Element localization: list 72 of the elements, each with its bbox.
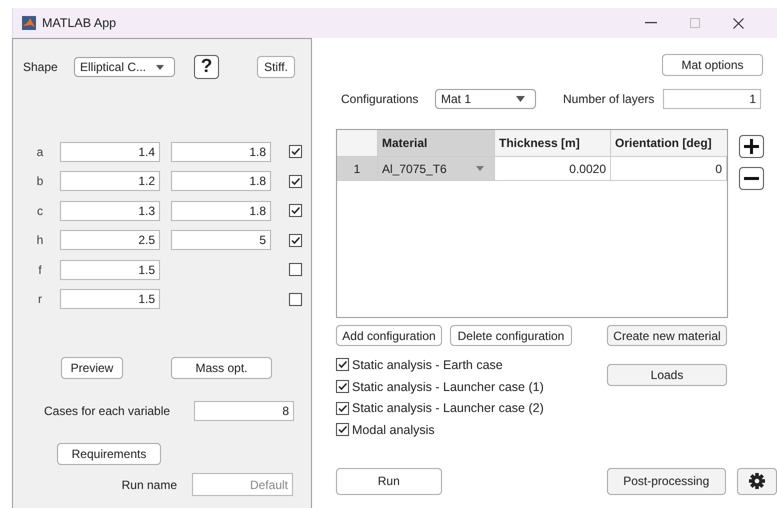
checkbox[interactable]: [289, 174, 302, 188]
checkbox[interactable]: [289, 292, 302, 306]
cases-field[interactable]: 8: [194, 401, 294, 421]
minimize-icon[interactable]: [645, 22, 657, 24]
stiff-button[interactable]: Stiff.: [257, 56, 295, 78]
max-value-field[interactable]: 5: [171, 230, 271, 250]
remove-layer-button[interactable]: [739, 167, 764, 190]
checkbox[interactable]: [289, 263, 302, 276]
checkbox[interactable]: [289, 234, 302, 247]
shape-dropdown[interactable]: Elliptical C...: [74, 57, 175, 77]
settings-icon: [749, 473, 765, 490]
column-header[interactable]: Orientation [deg]: [611, 130, 727, 157]
layers-field[interactable]: 1: [663, 89, 761, 109]
column-header[interactable]: Material: [378, 130, 495, 157]
plus-icon: [744, 139, 759, 154]
caret-icon: [476, 166, 484, 171]
configurations-label: Configurations: [340, 92, 420, 106]
caret-icon: [156, 64, 164, 70]
close-icon[interactable]: [733, 18, 744, 28]
loads-button[interactable]: Loads: [607, 364, 727, 386]
min-value-field[interactable]: 2.5: [60, 230, 160, 250]
parameter-label: r: [37, 292, 43, 306]
run-button[interactable]: Run: [336, 468, 442, 495]
max-value-field[interactable]: 1.8: [171, 142, 271, 162]
min-value-field[interactable]: 1.3: [60, 200, 160, 221]
parameter-label: h: [36, 233, 44, 248]
post-processing-button[interactable]: Post-processing: [606, 468, 726, 495]
caret-icon: [516, 96, 525, 102]
min-value-field[interactable]: 1.5: [60, 289, 160, 310]
run-name-label: Run name: [120, 478, 178, 492]
analysis-label: Modal analysis: [352, 422, 435, 437]
shape-label: Shape: [23, 60, 59, 74]
material-cell[interactable]: Al_7075_T6: [378, 157, 495, 181]
parameter-label: c: [36, 204, 44, 218]
configurations-dropdown[interactable]: Mat 1: [435, 89, 536, 109]
analysis-label: Static analysis - Earth case: [352, 358, 503, 372]
analysis-label: Static analysis - Launcher case (1): [352, 380, 544, 394]
checkbox[interactable]: [336, 380, 349, 394]
preview-button[interactable]: Preview: [61, 357, 123, 379]
delete-configuration-button[interactable]: Delete configuration: [450, 325, 572, 346]
mat-options-button[interactable]: Mat options: [662, 54, 763, 76]
create-material-button[interactable]: Create new material: [607, 325, 727, 346]
row-number: 1: [337, 157, 378, 181]
table-cell: 0: [611, 157, 727, 181]
add-layer-button[interactable]: [739, 135, 764, 158]
layers-label: Number of layers: [563, 92, 656, 106]
requirements-button[interactable]: Requirements: [57, 443, 161, 465]
checkbox[interactable]: [336, 402, 349, 415]
settings-button[interactable]: [737, 468, 777, 495]
cases-label: Cases for each variable: [43, 404, 172, 418]
min-value-field[interactable]: 1.4: [60, 142, 160, 162]
parameter-label: a: [36, 144, 44, 159]
analysis-label: Static analysis - Launcher case (2): [352, 401, 544, 416]
parameter-label: b: [36, 174, 44, 188]
window-title: MATLAB App: [42, 16, 116, 30]
mass-opt-button[interactable]: Mass opt.: [171, 357, 272, 379]
table-cell: 0.0020: [495, 157, 611, 181]
min-value-field[interactable]: 1.5: [60, 260, 160, 280]
checkbox[interactable]: [336, 423, 349, 436]
min-value-field[interactable]: 1.2: [60, 171, 160, 192]
max-value-field[interactable]: 1.8: [171, 171, 271, 192]
add-configuration-button[interactable]: Add configuration: [336, 325, 442, 346]
parameter-label: f: [37, 262, 43, 277]
app-logo-icon: [22, 16, 36, 30]
checkbox[interactable]: [289, 145, 302, 158]
max-value-field[interactable]: 1.8: [171, 200, 271, 221]
column-header[interactable]: Thickness [m]: [495, 130, 611, 157]
checkbox[interactable]: [289, 204, 302, 218]
help-button[interactable]: ?: [194, 55, 219, 79]
checkbox[interactable]: [336, 358, 349, 372]
minus-icon: [744, 177, 759, 180]
run-name-field[interactable]: Default: [192, 473, 293, 496]
